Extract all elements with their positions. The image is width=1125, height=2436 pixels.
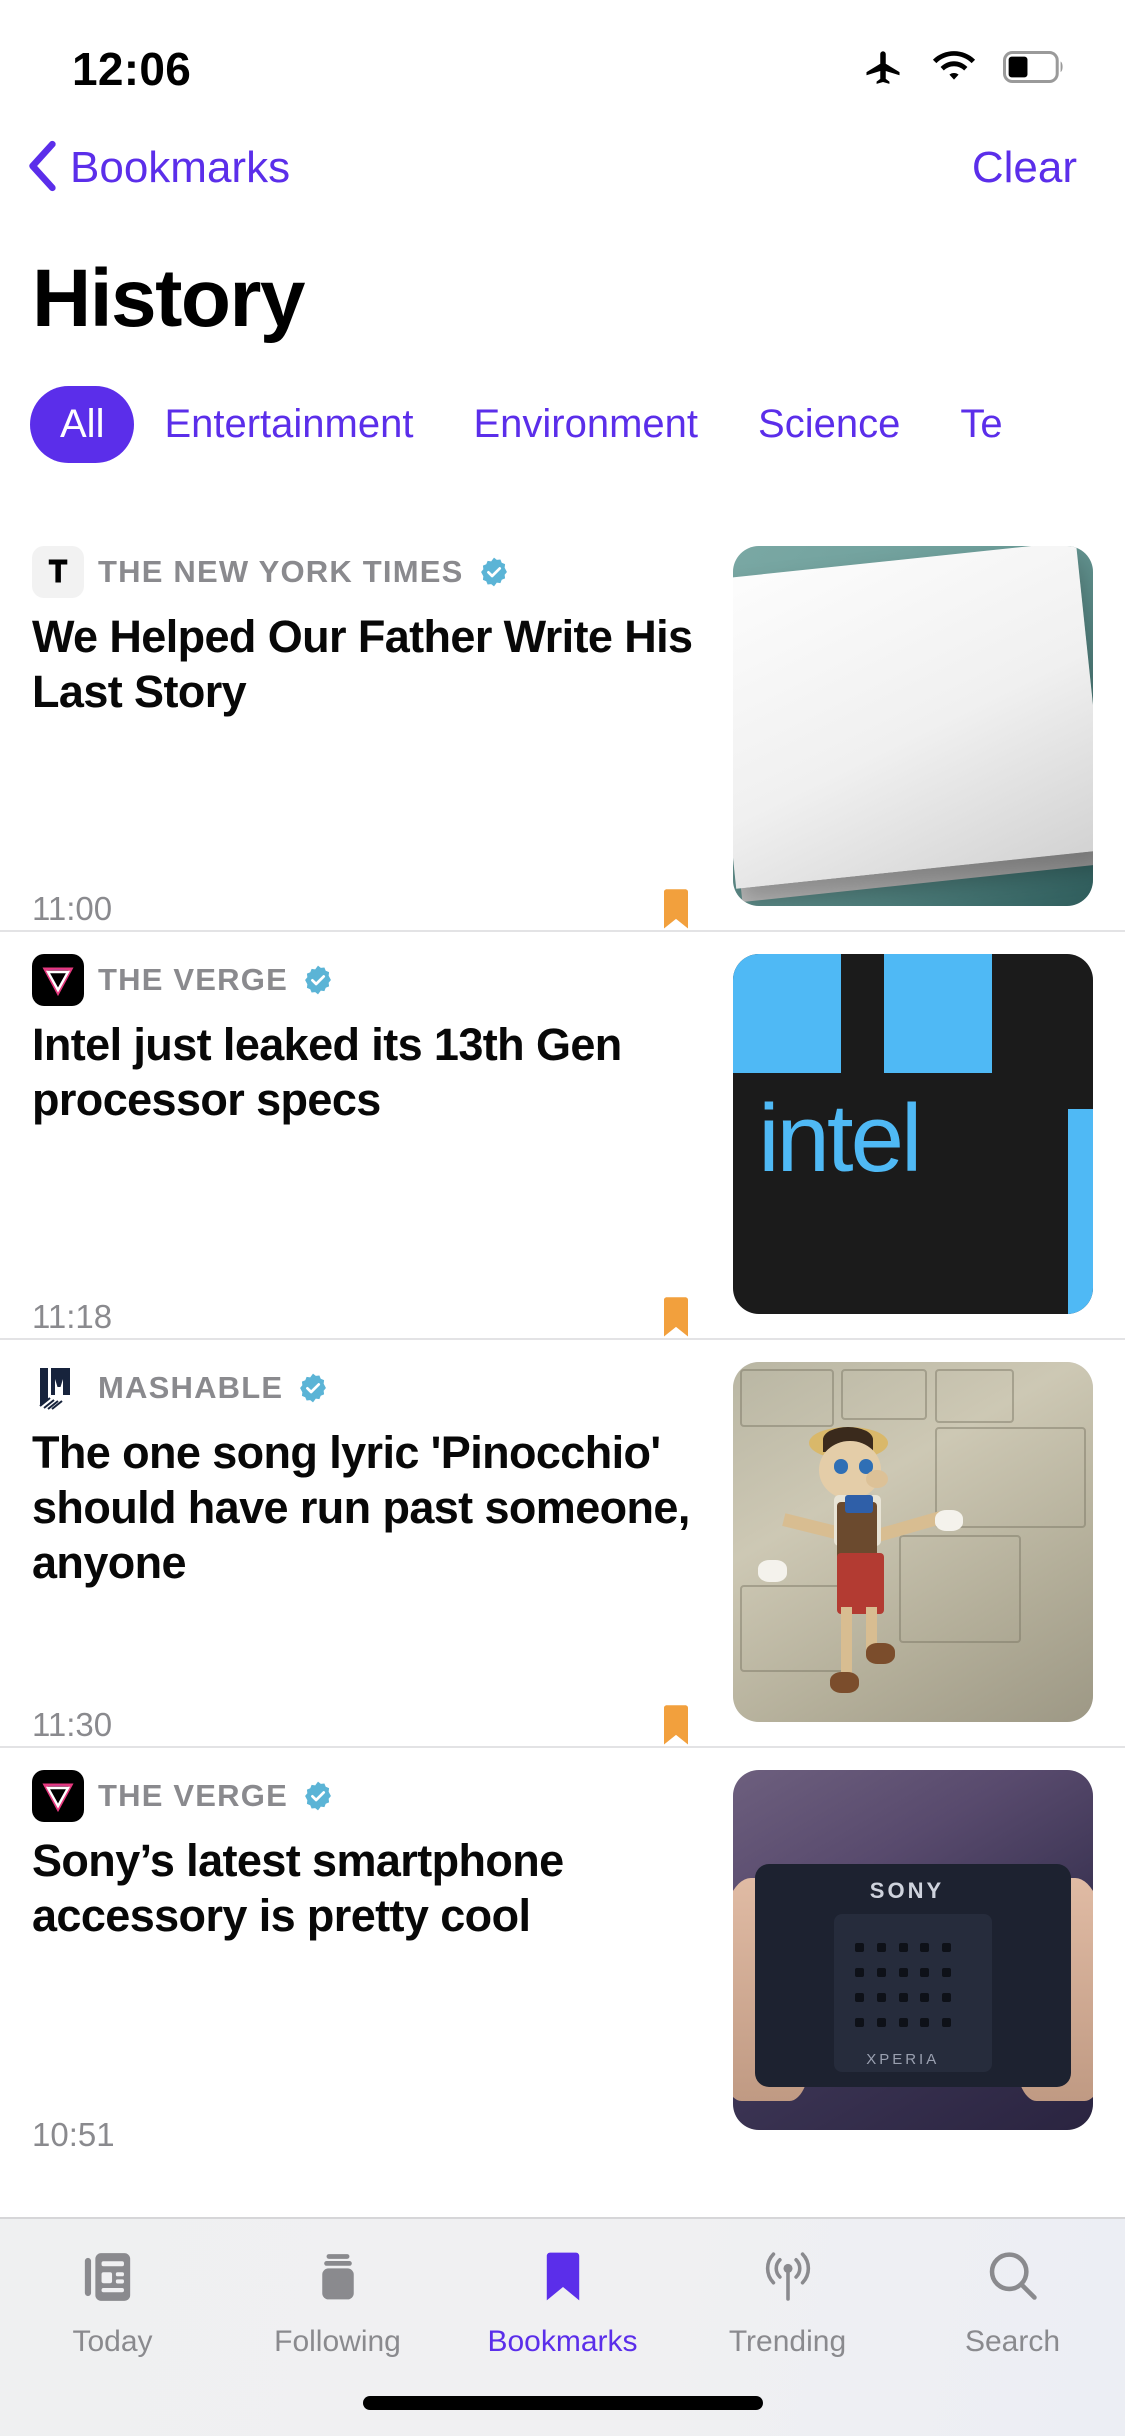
verified-badge-icon	[478, 556, 510, 588]
history-article-list[interactable]: 𝐓 THE NEW YORK TIMES We Helped Our Fathe…	[0, 524, 1125, 2217]
article-headline: Intel just leaked its 13th Gen processor…	[32, 1019, 622, 1125]
category-filter-bar[interactable]: All Entertainment Environment Science Te	[0, 356, 1125, 491]
verified-badge-icon	[302, 964, 334, 996]
status-bar: 12:06	[0, 0, 1125, 120]
verge-logo-icon	[32, 954, 84, 1006]
mashable-logo-icon	[32, 1362, 84, 1414]
status-bar-icons	[861, 45, 1067, 94]
tab-trending[interactable]: Trending	[675, 2241, 900, 2359]
article-thumbnail[interactable]	[733, 546, 1093, 906]
article-thumbnail[interactable]	[733, 1362, 1093, 1722]
tab-following[interactable]: Following	[225, 2241, 450, 2359]
article-meta-row: 11:18	[32, 1296, 713, 1338]
bookmark-flag-icon[interactable]	[661, 1704, 691, 1746]
stack-icon	[307, 2241, 369, 2313]
bookmark-flag-icon[interactable]	[661, 888, 691, 930]
back-button[interactable]: Bookmarks	[26, 139, 290, 198]
article-headline: The one song lyric 'Pinocchio' should ha…	[32, 1427, 690, 1588]
svg-text:𝐓: 𝐓	[48, 556, 67, 589]
battery-icon	[1003, 50, 1067, 89]
verge-logo-icon	[32, 1770, 84, 1822]
tab-search[interactable]: Search	[900, 2241, 1125, 2359]
nyt-logo-icon: 𝐓	[32, 546, 84, 598]
article-meta-row: 11:30	[32, 1704, 713, 1746]
intel-logo-image: intel	[733, 954, 1093, 1314]
tab-today[interactable]: Today	[0, 2241, 225, 2359]
tab-label-trending: Trending	[728, 2325, 847, 2358]
tab-label-search: Search	[964, 2325, 1061, 2358]
article-timestamp: 11:30	[32, 1706, 113, 1743]
tab-label-following: Following	[274, 2325, 401, 2358]
article-source-name: MASHABLE	[98, 1370, 284, 1405]
article-meta-row: 11:00	[32, 888, 713, 930]
article-source-row: THE VERGE	[32, 954, 713, 1006]
verified-badge-icon	[302, 1780, 334, 1812]
article-source-name: THE NEW YORK TIMES	[98, 554, 464, 589]
category-chip-technology[interactable]: Te	[930, 386, 1032, 463]
article-source-row: MASHABLE	[32, 1362, 713, 1414]
category-chip-environment[interactable]: Environment	[443, 386, 728, 463]
article-card[interactable]: MASHABLE The one song lyric 'Pinocchio' …	[0, 1338, 1125, 1746]
article-card[interactable]: THE VERGE Sony’s latest smartphone acces…	[0, 1746, 1125, 2154]
article-source-name: THE VERGE	[98, 962, 288, 997]
bookmark-icon	[532, 2241, 594, 2313]
bookmark-flag-icon[interactable]	[661, 1296, 691, 1338]
sony-xperia-cooler-photo: SONY XPERIA	[733, 1770, 1093, 2130]
tab-label-bookmarks: Bookmarks	[487, 2325, 638, 2358]
wifi-icon	[931, 49, 977, 90]
home-indicator	[362, 2396, 763, 2410]
category-chip-entertainment[interactable]: Entertainment	[134, 386, 443, 463]
article-source-name: THE VERGE	[98, 1778, 288, 1813]
white-book-on-teal-photo	[733, 546, 1093, 906]
category-chip-science[interactable]: Science	[728, 386, 930, 463]
article-timestamp: 10:51	[32, 2116, 115, 2153]
article-timestamp: 11:18	[32, 1298, 113, 1335]
status-bar-time: 12:06	[72, 43, 192, 95]
broadcast-icon	[757, 2241, 819, 2313]
article-card[interactable]: 𝐓 THE NEW YORK TIMES We Helped Our Fathe…	[0, 524, 1125, 930]
article-timestamp: 11:00	[32, 890, 113, 927]
airplane-mode-icon	[861, 45, 905, 94]
article-headline: We Helped Our Father Write His Last Stor…	[32, 611, 693, 717]
article-source-row: 𝐓 THE NEW YORK TIMES	[32, 546, 713, 598]
chevron-left-icon	[26, 139, 60, 198]
article-thumbnail[interactable]: SONY XPERIA	[733, 1770, 1093, 2130]
pinocchio-puppet-photo	[733, 1362, 1093, 1722]
bottom-tab-bar[interactable]: Today Following Bookmarks Trending Searc…	[0, 2217, 1125, 2436]
article-source-row: THE VERGE	[32, 1770, 713, 1822]
magnifier-icon	[982, 2241, 1044, 2313]
article-thumbnail[interactable]: intel	[733, 954, 1093, 1314]
page-title: History	[32, 253, 306, 344]
back-button-label: Bookmarks	[70, 143, 291, 192]
article-headline: Sony’s latest smartphone accessory is pr…	[32, 1835, 564, 1941]
category-chip-all[interactable]: All	[30, 386, 135, 463]
navigation-bar: Bookmarks Clear	[0, 120, 1125, 216]
article-meta-row: 10:51	[32, 2116, 713, 2154]
clear-button[interactable]: Clear	[972, 143, 1077, 193]
tab-bookmarks[interactable]: Bookmarks	[450, 2241, 675, 2359]
newspaper-icon	[82, 2241, 144, 2313]
article-card[interactable]: THE VERGE Intel just leaked its 13th Gen…	[0, 930, 1125, 1338]
verified-badge-icon	[297, 1372, 329, 1404]
tab-label-today: Today	[72, 2325, 153, 2358]
